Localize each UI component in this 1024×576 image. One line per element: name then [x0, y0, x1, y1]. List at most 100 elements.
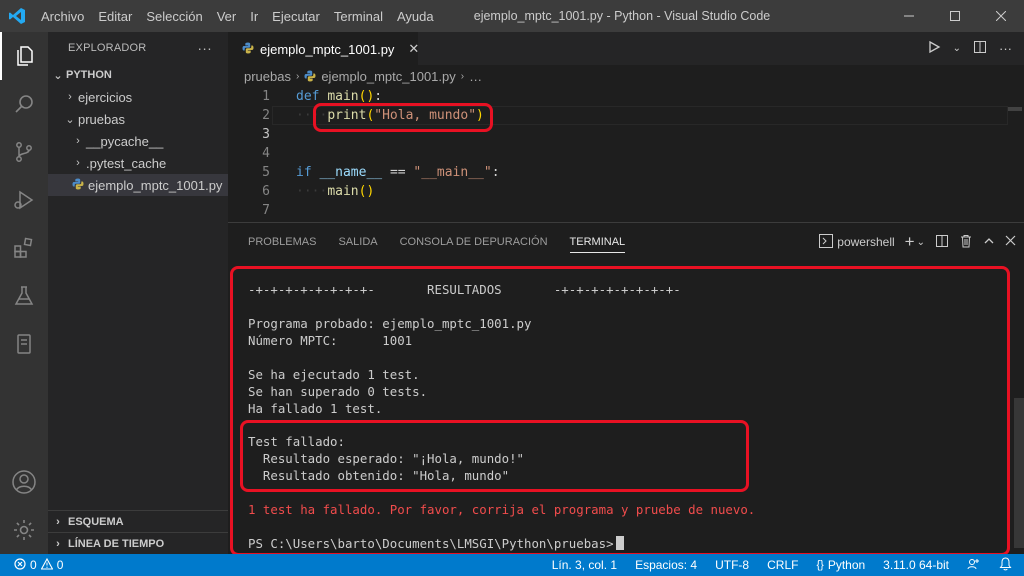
line-number: 1 — [262, 89, 270, 104]
python-file-icon — [242, 42, 254, 57]
line-number: 3 — [262, 127, 270, 142]
tree-item-label: pruebas — [78, 111, 125, 127]
explorer-icon[interactable] — [0, 32, 48, 80]
line-number: 2 — [262, 108, 270, 123]
notifications-bell-icon[interactable] — [999, 556, 1012, 574]
menu-ejecutar[interactable]: Ejecutar — [265, 9, 327, 24]
timeline-label: LÍNEA DE TIEMPO — [68, 537, 165, 550]
paren: () — [358, 184, 375, 199]
tree-folder-ejercicios[interactable]: › ejercicios — [48, 86, 228, 108]
overview-ruler-mark — [1008, 107, 1022, 111]
line-number: 6 — [262, 184, 270, 199]
timeline-section[interactable]: › LÍNEA DE TIEMPO — [48, 532, 228, 554]
close-window-button[interactable] — [978, 0, 1024, 32]
menu-archivo[interactable]: Archivo — [34, 9, 91, 24]
editor-tabs: ejemplo_mptc_1001.py ✕ ⌄ ··· — [228, 32, 1024, 65]
keyword: def — [296, 89, 320, 104]
breadcrumb-symbol[interactable]: … — [469, 69, 482, 84]
error-count: 0 — [30, 558, 37, 572]
chevron-down-icon[interactable]: ⌄ — [953, 43, 961, 54]
more-actions-icon[interactable]: ··· — [999, 41, 1012, 56]
tab-terminal[interactable]: TERMINAL — [569, 223, 625, 261]
cursor-position[interactable]: Lín. 3, col. 1 — [552, 558, 617, 572]
colon: : — [491, 165, 500, 180]
encoding[interactable]: UTF-8 — [715, 558, 749, 572]
tree-folder-pytest-cache[interactable]: › .pytest_cache — [48, 152, 228, 174]
chevron-right-icon: › — [68, 91, 72, 103]
python-interpreter[interactable]: 3.11.0 64-bit — [883, 558, 949, 572]
explorer-title: EXPLORADOR — [68, 42, 147, 54]
line-number: 5 — [262, 165, 270, 180]
workspace-label: PYTHON — [66, 69, 112, 81]
operator: == — [389, 165, 406, 180]
menu-ver[interactable]: Ver — [210, 9, 244, 24]
minimize-button[interactable] — [886, 0, 932, 32]
trash-icon[interactable] — [959, 234, 973, 251]
feedback-icon[interactable] — [967, 557, 981, 574]
colon: : — [374, 89, 383, 104]
tree-file-ejemplo[interactable]: ejemplo_mptc_1001.py — [48, 174, 228, 196]
end-of-line[interactable]: CRLF — [767, 558, 798, 572]
problems-indicator[interactable]: 0 0 — [0, 557, 64, 573]
warning-count: 0 — [56, 558, 64, 572]
settings-gear-icon[interactable] — [0, 506, 48, 554]
status-bar: 0 0 Lín. 3, col. 1 Espacios: 4 UTF-8 CRL… — [0, 554, 1024, 576]
menu-ayuda[interactable]: Ayuda — [390, 9, 441, 24]
split-editor-icon[interactable] — [973, 40, 987, 57]
tab-salida[interactable]: SALIDA — [338, 223, 377, 261]
warning-icon — [40, 557, 54, 573]
maximize-panel-icon[interactable] — [983, 235, 995, 250]
close-panel-icon[interactable] — [1005, 235, 1016, 249]
account-icon[interactable] — [0, 458, 48, 506]
shell-name[interactable]: powershell — [837, 235, 894, 249]
run-debug-icon[interactable] — [0, 176, 48, 224]
remote-explorer-icon[interactable] — [0, 320, 48, 368]
close-tab-icon[interactable]: ✕ — [408, 41, 419, 57]
more-actions-icon[interactable]: ··· — [197, 40, 212, 56]
menu-editar[interactable]: Editar — [91, 9, 139, 24]
tab-ejemplo[interactable]: ejemplo_mptc_1001.py ✕ — [228, 32, 419, 65]
tree-folder-pycache[interactable]: › __pycache__ — [48, 130, 228, 152]
breadcrumb-folder[interactable]: pruebas — [244, 69, 291, 84]
string-literal: "__main__" — [413, 165, 492, 180]
vscode-logo-icon — [0, 0, 34, 32]
breadcrumb-file[interactable]: ejemplo_mptc_1001.py — [321, 69, 455, 84]
source-control-icon[interactable] — [0, 128, 48, 176]
error-icon — [14, 557, 26, 573]
explorer-sidebar: EXPLORADOR ··· ⌄ PYTHON › ejercicios ⌄ p… — [48, 32, 228, 554]
workspace-section[interactable]: ⌄ PYTHON — [48, 64, 228, 86]
testing-icon[interactable] — [0, 272, 48, 320]
line-number: 7 — [262, 203, 270, 218]
language-mode[interactable]: {} Python — [816, 558, 865, 572]
highlight-box-terminal — [230, 266, 1010, 556]
highlight-box-code — [313, 103, 493, 132]
code-line: 7 — [228, 201, 1008, 220]
split-terminal-icon[interactable] — [935, 234, 949, 251]
maximize-button[interactable] — [932, 0, 978, 32]
chevron-down-icon: ⌄ — [53, 69, 63, 82]
terminal-scrollbar[interactable] — [1014, 398, 1024, 548]
run-file-icon[interactable] — [927, 40, 941, 57]
activity-bar — [0, 32, 48, 554]
python-file-icon — [70, 178, 86, 193]
language-label: Python — [827, 558, 866, 572]
menu-ir[interactable]: Ir — [243, 9, 265, 24]
tree-folder-pruebas[interactable]: ⌄ pruebas — [48, 108, 228, 130]
outline-section[interactable]: › ESQUEMA — [48, 510, 228, 532]
extensions-icon[interactable] — [0, 224, 48, 272]
line-number: 4 — [262, 146, 270, 161]
highlight-box-failed-test — [240, 420, 749, 492]
keyword: if — [296, 165, 312, 180]
menu-bar: Archivo Editar Selección Ver Ir Ejecutar… — [34, 0, 441, 32]
menu-terminal[interactable]: Terminal — [327, 9, 390, 24]
tab-consola-depuracion[interactable]: CONSOLA DE DEPURACIÓN — [400, 223, 548, 261]
code-line: 4 — [228, 144, 1008, 163]
outline-label: ESQUEMA — [68, 515, 124, 528]
chevron-down-icon[interactable]: ⌄ — [917, 237, 925, 248]
menu-seleccion[interactable]: Selección — [139, 9, 209, 24]
search-icon[interactable] — [0, 80, 48, 128]
tab-problemas[interactable]: PROBLEMAS — [248, 223, 316, 261]
paren: () — [358, 89, 375, 104]
indentation[interactable]: Espacios: 4 — [635, 558, 697, 572]
new-terminal-icon[interactable]: + — [905, 232, 915, 252]
